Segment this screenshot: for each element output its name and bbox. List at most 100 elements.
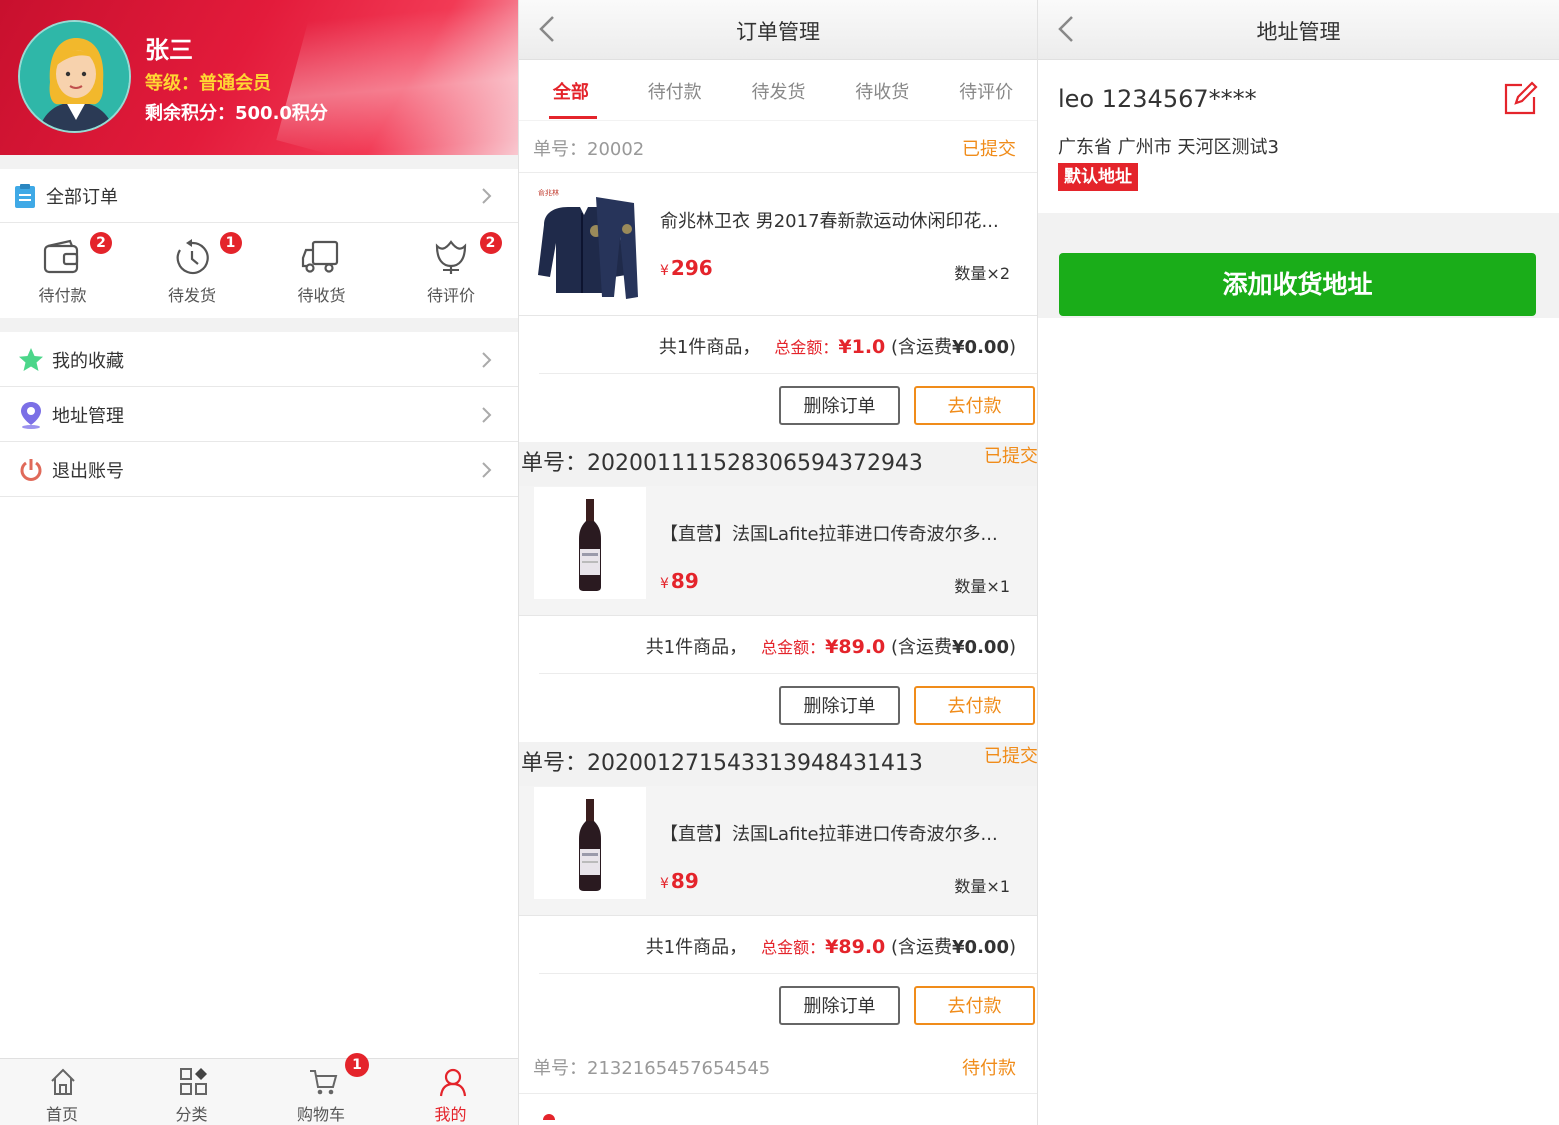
home-icon [51,1068,75,1095]
truck-icon [301,240,339,273]
status-pending-receipt[interactable]: 待收货 [259,224,389,318]
orders-navbar: 订单管理 [519,0,1037,60]
default-address-tag: 默认地址 [1058,163,1138,191]
pay-order-button[interactable]: 去付款 [914,686,1035,725]
product-quantity: 数量×1 [954,577,1010,596]
tab-cart[interactable]: 购物车 1 [259,1053,389,1125]
address-panel: 地址管理 leo 1234567**** 广东省 广州市 天河区测试3 默认地址… [1037,0,1559,1125]
chevron-right-icon [482,407,492,423]
all-orders-row[interactable]: 全部订单 [0,169,518,223]
tracksuit-image: 俞兆林 [538,188,638,299]
currency-symbol: ¥ [660,876,669,892]
product-name: 俞兆林卫衣 男2017春新款运动休闲印花... [660,211,999,232]
status-label: 待付款 [38,286,87,305]
delete-order-button[interactable]: 删除订单 [779,986,900,1025]
member-level: 等级：普通会员 [145,73,271,94]
order-product[interactable]: 【直营】法国Lafite拉菲进口传奇波尔多... ¥89 数量×1 [519,486,1037,616]
tab-label: 我的 [434,1105,467,1124]
order-status: 已提交 [984,446,1037,467]
status-pending-review[interactable]: 待评价 2 [389,224,519,318]
total-label: 总金额： [761,938,826,957]
delete-order-button[interactable]: 删除订单 [779,686,900,725]
address-card[interactable]: leo 1234567**** 广东省 广州市 天河区测试3 默认地址 [1038,61,1559,213]
shipping-fee: (含运费¥0.00) [891,337,1016,358]
page-title: 订单管理 [736,20,820,44]
product-name: 【直营】法国Lafite拉菲进口传奇波尔多... [660,824,998,845]
chevron-right-icon [482,462,492,478]
tab-label: 分类 [175,1105,208,1124]
profile-header: 张三 等级：普通会员 剩余积分：500.0积分 [0,0,518,155]
currency-symbol: ¥ [660,576,669,592]
order-product[interactable] [519,1094,1037,1125]
product-thumbnail-icon [543,1114,555,1120]
tab-pending-review[interactable]: 待评价 [934,60,1037,120]
tab-category[interactable]: 分类 [130,1059,260,1125]
avatar[interactable] [18,20,131,133]
total-amount: ¥89.0 [825,936,886,958]
order-actions: 删除订单 去付款 [519,974,1037,1042]
order-summary: 共1件商品， 总金额：¥89.0 (含运费¥0.00) [519,916,1037,974]
count-badge: 2 [90,232,112,254]
total-amount: ¥1.0 [838,336,886,358]
order-status-shortcuts: 待付款 2 待发货 1 待收货 待评价 2 [0,224,518,318]
tab-pending-shipment[interactable]: 待发货 [727,60,831,120]
menu-label: 我的收藏 [52,350,124,372]
delete-order-button[interactable]: 删除订单 [779,386,900,425]
wine-bottle-image [579,499,601,591]
add-address-button[interactable]: 添加收货地址 [1059,253,1536,316]
tab-all[interactable]: 全部 [519,60,623,120]
count-badge: 1 [219,232,242,254]
product-quantity: 数量×2 [954,264,1010,283]
shipping-fee: (含运费¥0.00) [891,637,1016,658]
order-summary: 共1件商品， 总金额：¥1.0 (含运费¥0.00) [519,316,1037,374]
star-icon [18,347,44,373]
total-amount: ¥89.0 [825,636,886,658]
menu-logout[interactable]: 退出账号 [0,443,518,497]
product-name: 【直营】法国Lafite拉菲进口传奇波尔多... [660,524,998,545]
menu-label: 地址管理 [52,405,124,427]
shipping-fee: (含运费¥0.00) [891,937,1016,958]
chevron-right-icon [482,352,492,368]
tab-label: 购物车 [296,1105,345,1124]
tab-pending-receipt[interactable]: 待收货 [830,60,934,120]
status-pending-payment[interactable]: 待付款 2 [0,224,130,318]
address-navbar: 地址管理 [1038,0,1559,60]
menu-address[interactable]: 地址管理 [0,388,518,442]
address-detail: 广东省 广州市 天河区测试3 [1058,137,1279,158]
status-label: 待发货 [167,286,216,305]
order-product[interactable]: 【直营】法国Lafite拉菲进口传奇波尔多... ¥89 数量×1 [519,786,1037,916]
category-icon [179,1068,207,1095]
order-actions: 删除订单 去付款 [519,374,1037,442]
product-price: ¥89 [660,569,699,593]
product-thumbnail: 俞兆林 [534,185,646,299]
status-label: 待评价 [426,286,475,305]
currency-symbol: ¥ [660,263,669,279]
all-orders-label: 全部订单 [46,186,118,208]
tab-home[interactable]: 首页 [0,1059,130,1125]
summary-line: 共1件商品， 总金额：¥89.0 (含运费¥0.00) [646,933,1016,959]
price-value: 89 [670,869,699,893]
flower-icon [435,240,466,274]
order-number: 单号：202001271543313948431413 [521,751,923,776]
total-label: 总金额： [761,638,826,657]
order-product[interactable]: 俞兆林 俞兆林卫衣 男2017春新款运动休闲印花... ¥296 数量×2 [519,173,1037,316]
points-balance: 剩余积分：500.0积分 [145,103,328,124]
profile-panel: 张三 等级：普通会员 剩余积分：500.0积分 全部订单 待付款 2 待发货 1… [0,0,518,1125]
tab-mine[interactable]: 我的 [389,1059,519,1125]
section-gap [0,155,518,169]
product-quantity: 数量×1 [954,877,1010,896]
summary-line: 共1件商品， 总金额：¥1.0 (含运费¥0.00) [659,333,1016,359]
order-status: 已提交 [962,139,1016,160]
pay-order-button[interactable]: 去付款 [914,386,1035,425]
product-price: ¥89 [660,869,699,893]
order-number: 单号：20200111152830659437294​3 [521,451,923,476]
order-summary: 共1件商品， 总金额：¥89.0 (含运费¥0.00) [519,616,1037,674]
total-label: 总金额： [774,338,839,357]
menu-favorites[interactable]: 我的收藏 [0,333,518,387]
pay-order-button[interactable]: 去付款 [914,986,1035,1025]
bottom-tabbar: 首页 分类 购物车 1 我的 [0,1053,519,1125]
product-price: ¥296 [660,256,713,280]
tab-pending-payment[interactable]: 待付款 [623,60,727,120]
edit-icon[interactable] [1502,81,1538,117]
status-pending-shipment[interactable]: 待发货 1 [130,224,260,318]
